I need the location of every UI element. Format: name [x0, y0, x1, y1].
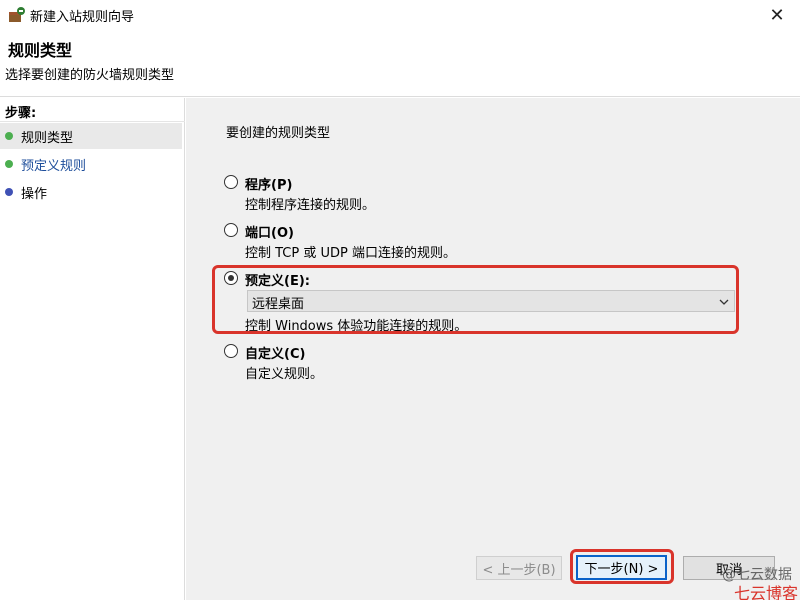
firewall-wizard-icon	[9, 7, 25, 22]
option-label: 端口(O)	[245, 226, 294, 241]
sidebar-item-label: 预定义规则	[21, 158, 87, 174]
sidebar-item-action[interactable]: 操作	[0, 179, 182, 205]
option-label: 程序(P)	[245, 178, 293, 193]
page-subtitle: 选择要创建的防火墙规则类型	[5, 68, 175, 83]
option-description: 控制 TCP 或 UDP 端口连接的规则。	[245, 246, 456, 261]
program-radio[interactable]	[224, 175, 238, 189]
rule-type-question: 要创建的规则类型	[226, 126, 331, 141]
option-description: 控制程序连接的规则。	[245, 198, 376, 213]
steps-heading: 步骤:	[5, 106, 37, 121]
sidebar-item-predefined-rules[interactable]: 预定义规则	[0, 151, 182, 177]
main-panel: 要创建的规则类型 程序(P) 控制程序连接的规则。 端口(O) 控制 TCP 或…	[186, 98, 800, 600]
next-highlight-box	[570, 549, 674, 584]
close-button[interactable]: ✕	[754, 0, 800, 30]
sidebar-item-label: 规则类型	[21, 130, 74, 146]
steps-divider	[0, 121, 185, 122]
port-radio[interactable]	[224, 223, 238, 237]
predefined-highlight-box	[212, 265, 739, 334]
watermark-blog: 七云博客	[733, 584, 798, 600]
custom-radio[interactable]	[224, 344, 238, 358]
wizard-header: 规则类型 选择要创建的防火墙规则类型	[0, 30, 800, 97]
window-title: 新建入站规则向导	[30, 10, 135, 25]
step-pending-icon	[5, 188, 13, 196]
option-label: 自定义(C)	[245, 347, 306, 362]
title-bar: 新建入站规则向导 ✕	[0, 0, 800, 30]
option-description: 自定义规则。	[245, 367, 324, 382]
sidebar-item-rule-type[interactable]: 规则类型	[0, 123, 182, 149]
back-button[interactable]: < 上一步(B)	[476, 556, 562, 580]
step-complete-icon	[5, 160, 13, 168]
sidebar-item-label: 操作	[21, 186, 48, 202]
step-complete-icon	[5, 132, 13, 140]
steps-sidebar: 步骤: 规则类型 预定义规则 操作	[0, 98, 185, 600]
page-title: 规则类型	[8, 41, 73, 60]
